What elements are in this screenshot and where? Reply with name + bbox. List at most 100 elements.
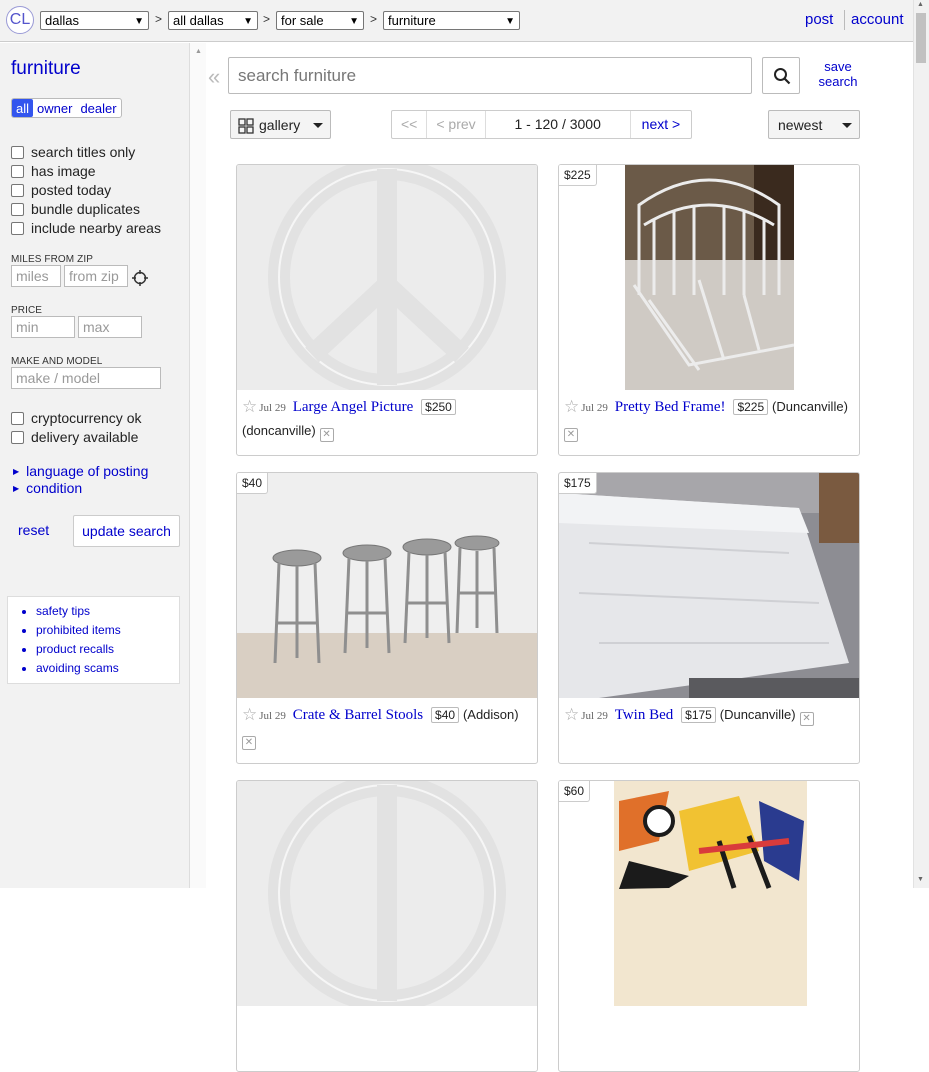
avoiding-scams-link[interactable]: avoiding scams — [36, 659, 179, 678]
listing-title[interactable]: Large Angel Picture — [293, 399, 414, 415]
scroll-up-icon[interactable]: ▲ — [917, 1, 924, 8]
listing-location: (Addison) — [462, 707, 519, 722]
miles-input[interactable]: miles — [11, 265, 61, 287]
bundle-duplicates-checkbox-row[interactable]: bundle duplicates — [11, 201, 140, 217]
favorite-star-icon[interactable]: ☆ — [242, 705, 257, 724]
zip-input[interactable]: from zip — [64, 265, 128, 287]
hide-listing-icon[interactable]: ✕ — [799, 712, 814, 726]
hide-listing-icon[interactable]: ✕ — [242, 736, 256, 750]
listing-card[interactable]: $225 ☆ Jul 29 Pretty Bed Frame! $225 (Dun… — [558, 164, 860, 456]
category-select[interactable]: furniture ▼ — [383, 11, 520, 30]
reset-button[interactable]: reset — [18, 522, 49, 538]
chevron-down-icon — [313, 123, 323, 128]
seller-dealer-option[interactable]: dealer — [76, 99, 120, 117]
search-titles-only-checkbox-row[interactable]: search titles only — [11, 144, 135, 160]
listing-card[interactable]: $175 ☆ Jul 29 Twin Bed $175 (Duncanville)… — [558, 472, 860, 764]
checkbox[interactable] — [11, 164, 24, 178]
breadcrumb-separator: > — [370, 12, 378, 26]
listing-price: $225 — [733, 399, 769, 415]
scrollbar-thumb[interactable] — [916, 13, 926, 63]
search-input[interactable]: search furniture — [228, 57, 752, 94]
favorite-star-icon[interactable]: ☆ — [242, 397, 257, 416]
listing-title[interactable]: Twin Bed — [615, 707, 674, 723]
image-price-tag: $225 — [559, 165, 597, 186]
checkbox[interactable] — [11, 145, 24, 159]
locate-me-icon[interactable] — [131, 269, 149, 287]
checkbox[interactable] — [11, 183, 24, 197]
listing-card[interactable]: $40 ☆ Jul 29 Crate & Barrel Stools $40 (A… — [236, 472, 538, 764]
listing-card[interactable]: $60 — [558, 780, 860, 1072]
posted-today-checkbox-row[interactable]: posted today — [11, 182, 111, 198]
sort-select[interactable]: newest — [768, 110, 860, 139]
category-title[interactable]: furniture — [11, 58, 81, 80]
language-expander[interactable]: ▶ language of posting — [13, 463, 148, 479]
miles-from-zip-label: MILES FROM ZIP — [11, 254, 93, 265]
product-recalls-link[interactable]: product recalls — [36, 640, 179, 659]
account-link[interactable]: account — [851, 11, 904, 28]
has-image-checkbox-row[interactable]: has image — [11, 163, 96, 179]
sidebar-scrollbar[interactable] — [190, 43, 206, 888]
favorite-star-icon[interactable]: ☆ — [564, 705, 579, 724]
checkbox[interactable] — [11, 411, 24, 425]
delivery-checkbox-row[interactable]: delivery available — [11, 429, 138, 445]
view-mode-select[interactable]: gallery — [230, 110, 331, 139]
chevron-down-icon — [842, 123, 852, 128]
seller-all-option[interactable]: all — [12, 99, 34, 117]
listing-price: $175 — [681, 707, 716, 723]
checkbox-label: cryptocurrency ok — [31, 410, 142, 426]
city-select[interactable]: dallas ▼ — [40, 11, 149, 30]
price-min-input[interactable]: min — [11, 316, 75, 338]
scroll-up-icon[interactable]: ▲ — [195, 48, 202, 55]
seller-type-toggle: all owner dealer — [11, 98, 122, 118]
update-search-button[interactable]: update search — [73, 515, 180, 547]
listing-date: Jul 29 — [581, 710, 608, 722]
image-price-tag: $175 — [559, 473, 597, 494]
top-bar: CL dallas ▼ > all dallas ▼ > for sale ▼ … — [0, 0, 913, 42]
cryptocurrency-checkbox-row[interactable]: cryptocurrency ok — [11, 410, 141, 426]
listing-meta: ☆ Jul 29 Twin Bed $175 (Duncanville) ✕ — [564, 703, 859, 727]
breadcrumb-separator: > — [155, 12, 163, 26]
listing-meta: ☆ Jul 29 Crate & Barrel Stools $40 (Addis… — [242, 703, 537, 750]
prohibited-items-link[interactable]: prohibited items — [36, 621, 179, 640]
include-nearby-checkbox-row[interactable]: include nearby areas — [11, 220, 161, 236]
condition-expander[interactable]: ▶ condition — [13, 480, 82, 496]
scroll-down-icon[interactable]: ▼ — [917, 876, 924, 883]
next-page-button[interactable]: next > — [631, 111, 692, 138]
post-link[interactable]: post — [805, 11, 833, 28]
seller-owner-option[interactable]: owner — [33, 99, 76, 117]
price-max-input[interactable]: max — [78, 316, 142, 338]
first-page-button[interactable]: << — [392, 111, 428, 138]
listing-card[interactable] — [236, 780, 538, 1072]
make-model-input[interactable]: make / model — [11, 367, 161, 389]
listing-card[interactable]: ☆ Jul 29 Large Angel Picture $250 (doncan… — [236, 164, 538, 456]
collapse-sidebar-icon[interactable]: « — [208, 64, 220, 90]
page-scrollbar[interactable] — [913, 0, 929, 888]
favorite-star-icon[interactable]: ☆ — [564, 397, 579, 416]
search-sidebar: furniture all owner dealer search titles… — [0, 43, 190, 888]
listing-title[interactable]: Pretty Bed Frame! — [615, 399, 726, 415]
checkbox[interactable] — [11, 221, 24, 235]
price-label: PRICE — [11, 305, 43, 316]
listing-title[interactable]: Crate & Barrel Stools — [293, 707, 423, 723]
breadcrumb-separator: > — [263, 12, 271, 26]
section-select[interactable]: for sale ▼ — [276, 11, 364, 30]
area-select[interactable]: all dallas ▼ — [168, 11, 258, 30]
bed-frame-photo — [559, 165, 859, 390]
save-search-line2: search — [818, 74, 858, 89]
safety-tips-link[interactable]: safety tips — [36, 602, 179, 621]
checkbox[interactable] — [11, 430, 24, 444]
checkbox-label: include nearby areas — [31, 220, 161, 236]
checkbox[interactable] — [11, 202, 24, 216]
pagination: << < prev 1 - 120 / 3000 next > — [391, 110, 693, 139]
sort-value: newest — [778, 117, 823, 133]
search-button[interactable] — [762, 57, 800, 94]
craigslist-logo[interactable]: CL — [6, 6, 34, 34]
image-price-tag: $60 — [559, 781, 591, 802]
city-select-value: dallas — [45, 13, 79, 28]
hide-listing-icon[interactable]: ✕ — [319, 428, 334, 442]
checkbox-label: search titles only — [31, 144, 136, 160]
prev-page-button[interactable]: < prev — [427, 111, 486, 138]
hide-listing-icon[interactable]: ✕ — [564, 428, 578, 442]
expand-triangle-icon: ▶ — [13, 484, 20, 493]
save-search-link[interactable]: save search — [810, 59, 866, 89]
